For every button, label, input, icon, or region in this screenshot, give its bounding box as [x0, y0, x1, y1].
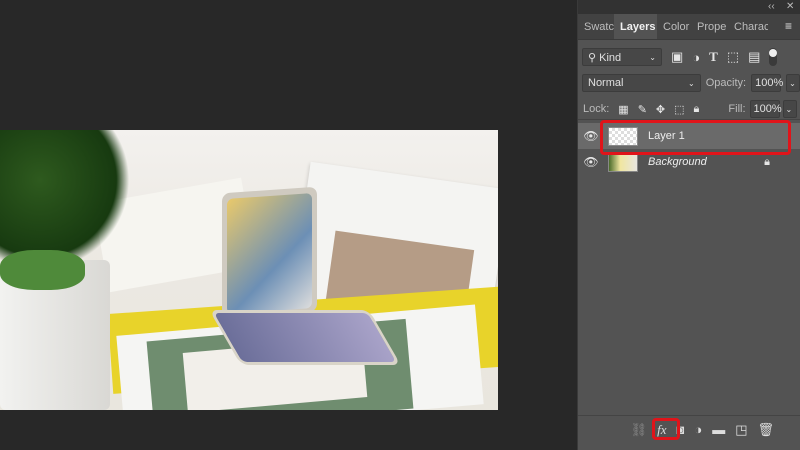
- filter-smart-object-icon[interactable]: ▤: [748, 49, 760, 65]
- layer-lock-icon: 🔒︎: [764, 155, 770, 168]
- blend-mode-dropdown[interactable]: Normal ⌄: [582, 74, 701, 92]
- lock-artboard-icon[interactable]: ⬚: [674, 103, 684, 116]
- new-group-icon[interactable]: ▬: [712, 422, 725, 437]
- filter-pixel-icon[interactable]: ▣: [671, 49, 683, 65]
- delete-layer-icon[interactable]: 🗑︎: [757, 422, 774, 438]
- filter-adjustment-icon[interactable]: ◑: [692, 50, 700, 65]
- panel-title-bar: ‹‹ ✕: [578, 0, 800, 14]
- document-image: [0, 130, 498, 410]
- panel-menu-icon[interactable]: ≡: [785, 19, 792, 33]
- fill-label: Fill:: [728, 103, 746, 115]
- opacity-input[interactable]: 100%: [751, 74, 783, 92]
- fill-dropdown[interactable]: ⌄: [782, 100, 797, 118]
- lock-transparent-icon[interactable]: ▦: [618, 103, 628, 116]
- opacity-dropdown[interactable]: ⌄: [786, 74, 800, 92]
- lock-all-icon[interactable]: 🔒︎: [694, 103, 700, 116]
- document-canvas[interactable]: [0, 0, 576, 450]
- tab-properties[interactable]: Prope: [691, 14, 728, 39]
- layer-name[interactable]: Background: [648, 156, 707, 168]
- lock-image-icon[interactable]: ✎: [638, 103, 647, 116]
- layers-panel: ‹‹ ✕ Swatc Layers Color Prope Charac ≡ ⚲…: [577, 0, 800, 450]
- lock-label: Lock:: [583, 103, 610, 115]
- collapse-icon[interactable]: ‹‹: [768, 1, 775, 12]
- adjustment-layer-icon[interactable]: ◑: [694, 422, 702, 437]
- fill-input[interactable]: 100%: [749, 100, 782, 118]
- search-icon: ⚲: [588, 51, 597, 64]
- tab-character[interactable]: Charac: [728, 14, 768, 39]
- filter-shape-icon[interactable]: ⬚: [727, 49, 739, 65]
- link-layers-icon[interactable]: ⛓︎: [631, 422, 648, 438]
- filter-kind-label: Kind: [599, 51, 622, 64]
- close-icon[interactable]: ✕: [786, 1, 794, 12]
- visibility-eye-icon[interactable]: 👁︎: [578, 155, 604, 169]
- opacity-label: Opacity:: [705, 77, 747, 89]
- blend-mode-value: Normal: [588, 77, 624, 89]
- filter-kind-dropdown[interactable]: ⚲ Kind ⌄: [582, 48, 662, 66]
- tab-color[interactable]: Color: [657, 14, 691, 39]
- filter-type-icon[interactable]: T: [709, 49, 718, 65]
- tab-layers[interactable]: Layers: [614, 14, 657, 39]
- layers-bottom-toolbar: ⛓︎ fx ◙ ◑ ▬ ◳ 🗑︎: [578, 415, 800, 443]
- panel-tabs: Swatc Layers Color Prope Charac ≡: [578, 14, 800, 40]
- layer-thumbnail: [608, 152, 638, 172]
- tab-swatches[interactable]: Swatc: [578, 14, 614, 39]
- lock-position-icon[interactable]: ✥: [656, 103, 665, 116]
- highlight-mask-button: [652, 418, 680, 440]
- filter-toggle[interactable]: [769, 48, 778, 66]
- new-layer-icon[interactable]: ◳: [735, 422, 747, 438]
- highlight-layer-1: [600, 120, 791, 155]
